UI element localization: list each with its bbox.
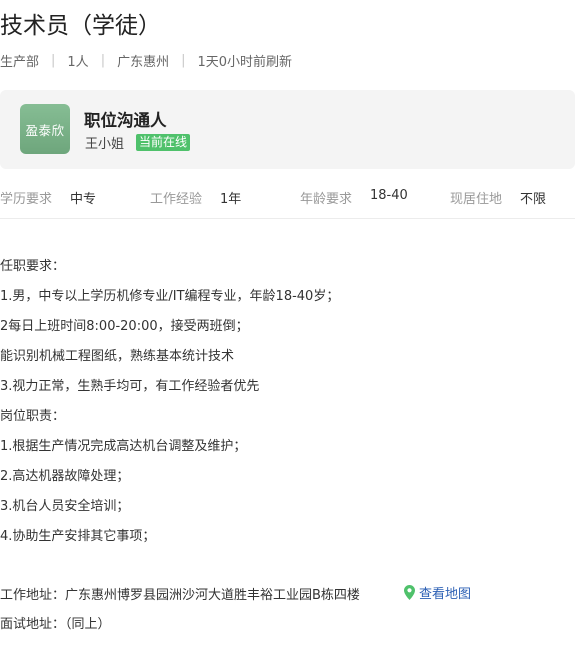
description-line: 4.协助生产安排其它事项； — [0, 529, 156, 544]
divider — [0, 218, 575, 219]
description-line: 3.视力正常，生熟手均可，有工作经验者优先 — [0, 379, 260, 394]
meta-location: 广东惠州 — [117, 55, 170, 70]
description-line: 能识别机械工程图纸，熟练基本统计技术 — [0, 349, 235, 364]
online-status-badge: 当前在线 — [136, 134, 191, 151]
meta-separator: | — [51, 53, 56, 68]
work-address: 工作地址：广东惠州博罗县园洲沙河大道胜丰裕工业园B栋四楼 — [0, 588, 360, 603]
meta-separator: | — [181, 53, 186, 68]
company-logo: 盈泰欣 — [20, 104, 70, 154]
description-line: 2.高达机器故障处理； — [0, 469, 130, 484]
description-line: 2每日上班时间8:00-20:00，接受两班倒； — [0, 319, 249, 334]
meta-department: 生产部 — [0, 55, 40, 70]
contact-heading: 职位沟通人 — [84, 111, 167, 130]
requirement-value-age: 18-40 — [370, 188, 408, 203]
meta-separator: | — [100, 53, 106, 68]
interview-address: 面试地址：（同上） — [0, 617, 111, 632]
view-map-link[interactable]: 查看地图 — [404, 583, 471, 602]
meta-refresh-time: 1天0小时前刷新 — [197, 55, 293, 70]
requirement-value-residence: 不限 — [520, 192, 547, 207]
description-line: 1.男，中专以上学历机修专业/IT编程专业，年龄18-40岁； — [0, 289, 340, 304]
description-line: 岗位职责： — [0, 409, 66, 424]
view-map-label: 查看地图 — [419, 587, 472, 602]
description-line: 3.机台人员安全培训； — [0, 499, 130, 514]
job-title: 技术员（学徒） — [0, 13, 161, 39]
requirement-value-experience: 1年 — [220, 192, 242, 207]
description-line: 1.根据生产情况完成高达机台调整及维护； — [0, 439, 247, 454]
requirement-label-experience: 工作经验 — [150, 192, 203, 207]
job-meta: 生产部 | 1人 | 广东惠州 | 1天0小时前刷新 — [0, 51, 292, 70]
requirement-label-education: 学历要求 — [0, 192, 53, 207]
description-line: 任职要求： — [0, 259, 66, 274]
requirement-value-education: 中专 — [70, 192, 97, 207]
map-pin-icon — [404, 585, 415, 600]
contact-name: 王小姐 — [85, 137, 125, 152]
requirement-label-age: 年龄要求 — [300, 192, 353, 207]
requirements-row: 学历要求 中专 工作经验 1年 年龄要求 18-40 现居住地 不限 — [0, 188, 575, 207]
meta-headcount: 1人 — [67, 55, 89, 70]
requirement-label-residence: 现居住地 — [450, 192, 503, 207]
